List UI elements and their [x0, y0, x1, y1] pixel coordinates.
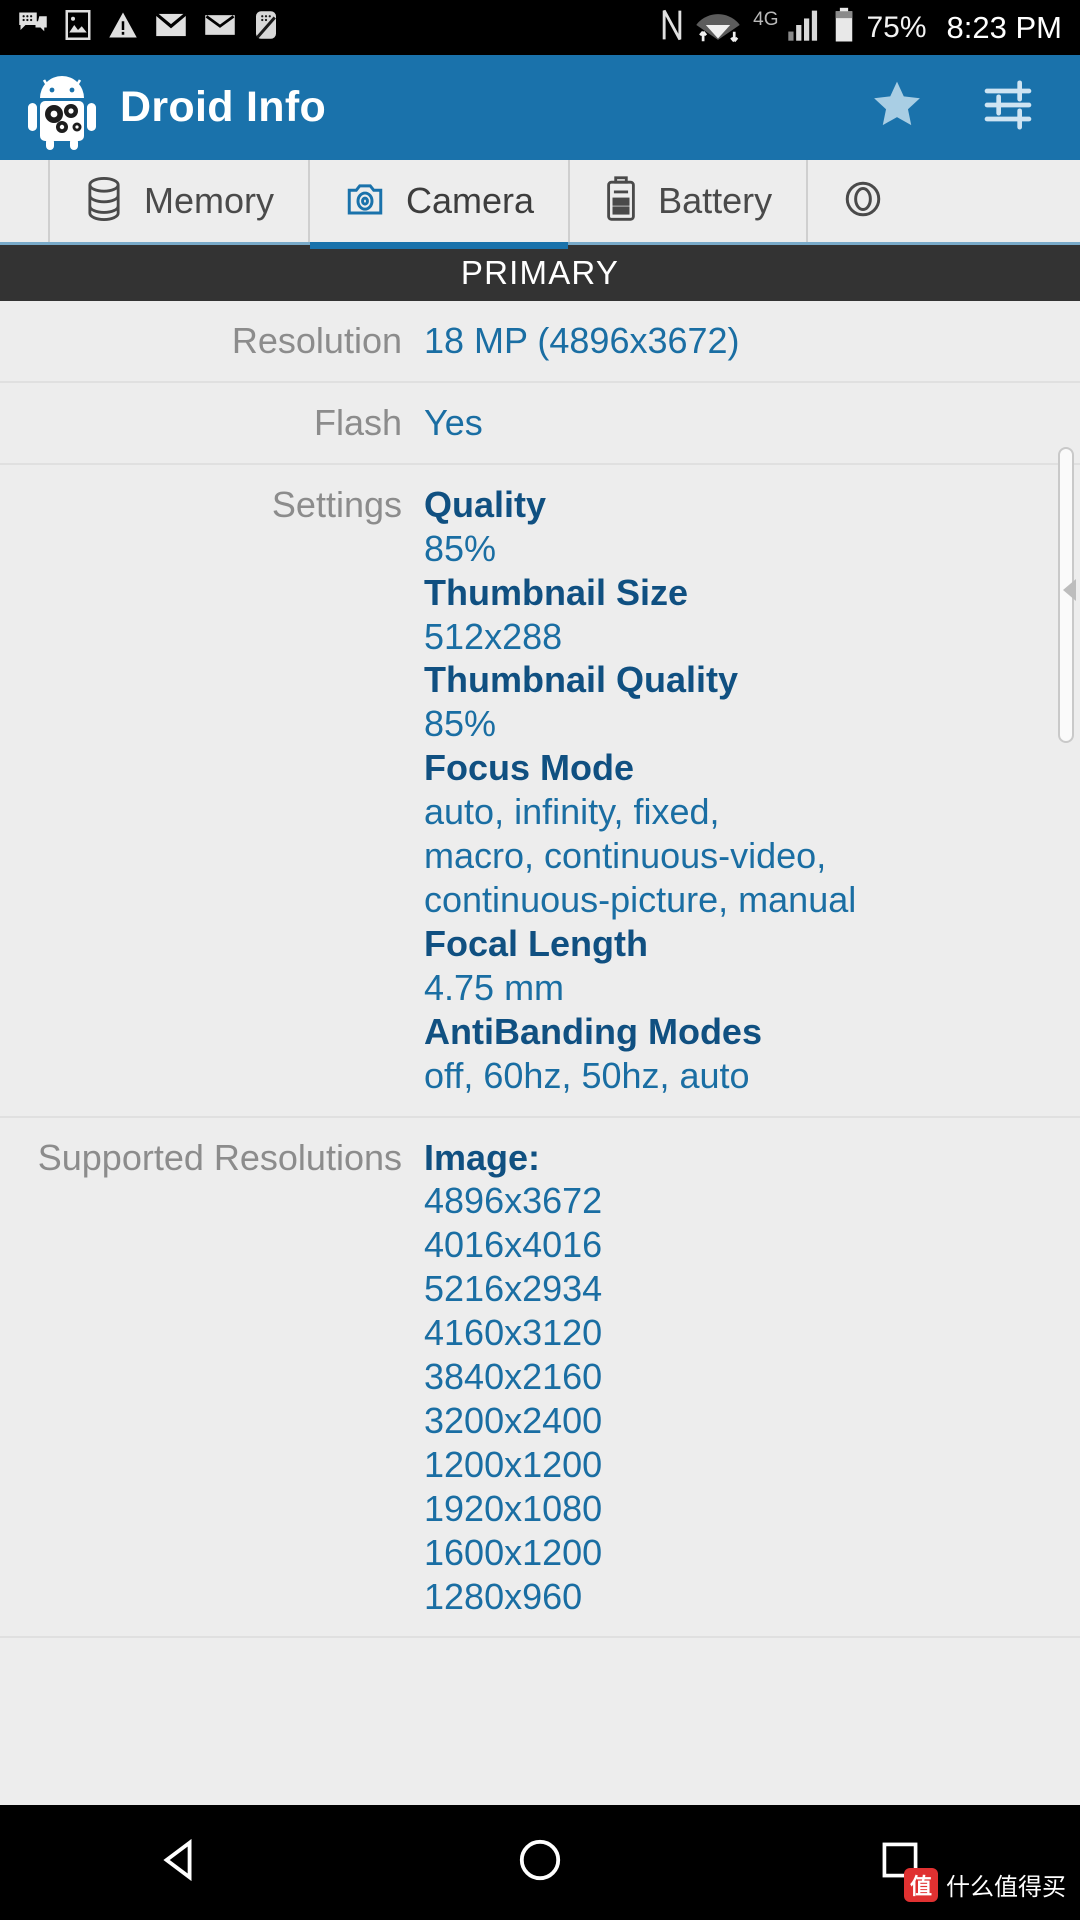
section-header: PRIMARY — [0, 245, 1080, 301]
wifi-icon — [695, 7, 741, 48]
watermark-text: 什么值得买 — [946, 1874, 1066, 1901]
value-line: 4016x4016 — [424, 1224, 603, 1266]
network-type-label: 4G — [753, 8, 779, 30]
value-line: 85% — [424, 703, 497, 745]
mail-filled-icon — [155, 12, 187, 43]
clock-label: 8:23 PM — [946, 9, 1062, 45]
value-line: 4160x3120 — [424, 1312, 603, 1354]
tab-memory[interactable]: Memory — [48, 160, 308, 242]
tab-display[interactable] — [806, 160, 938, 242]
scroll-left-arrow-icon — [1063, 579, 1076, 601]
value-line: 1200x1200 — [424, 1443, 603, 1485]
status-bar: 4G 75% 8:23 PM — [0, 0, 1080, 55]
warning-triangle-icon — [108, 11, 138, 44]
signal-bars-icon — [787, 8, 821, 47]
table-row: Flash Yes — [0, 383, 1080, 465]
circle-home-icon — [517, 1837, 563, 1888]
nfc-icon — [661, 8, 683, 47]
camera-info-list: Resolution 18 MP (4896x3672) Flash Yes S… — [0, 301, 1080, 1639]
row-label: Settings — [271, 483, 402, 525]
camera-icon — [344, 178, 386, 225]
row-value: Image: 4896x3672 4016x4016 5216x2934 416… — [424, 1136, 1080, 1619]
android-droid-gears-icon — [26, 70, 98, 150]
row-label: Flash — [313, 401, 402, 443]
value-line: Yes — [424, 401, 483, 443]
value-line: 3200x2400 — [424, 1399, 603, 1441]
tab-label: Battery — [658, 180, 773, 221]
value-line: auto, infinity, fixed, — [424, 791, 720, 833]
value-key: Focal Length — [424, 922, 648, 964]
value-line: 512x288 — [424, 615, 563, 657]
value-line: 5216x2934 — [424, 1268, 603, 1310]
image-icon — [65, 10, 91, 45]
battery-icon — [833, 7, 855, 48]
value-line: 3840x2160 — [424, 1356, 603, 1398]
row-value: Quality 85% Thumbnail Size 512x288 Thumb… — [424, 483, 1080, 1098]
nav-back-button[interactable] — [100, 1805, 260, 1920]
value-line: 4896x3672 — [424, 1180, 603, 1222]
triangle-back-icon — [157, 1837, 203, 1888]
page-title: Droid Info — [120, 83, 327, 131]
tab-label: Camera — [406, 180, 535, 221]
value-line: 4.75 mm — [424, 966, 565, 1008]
row-label: Supported Resolutions — [37, 1136, 402, 1178]
note-slash-icon — [253, 10, 279, 45]
row-value: 18 MP (4896x3672) — [424, 319, 1080, 363]
table-row: Resolution 18 MP (4896x3672) — [0, 301, 1080, 383]
watermark: 值 什么值得买 — [904, 1867, 1066, 1902]
database-icon — [84, 176, 124, 227]
value-line: macro, continuous-video, — [424, 835, 827, 877]
sliders-icon[interactable] — [980, 77, 1036, 138]
app-bar-actions — [868, 77, 1054, 138]
system-nav-bar — [0, 1805, 1080, 1920]
value-key: AntiBanding Modes — [424, 1010, 762, 1052]
value-line: continuous-picture, manual — [424, 878, 857, 920]
watermark-badge: 值 — [904, 1867, 938, 1902]
nav-recents-button[interactable] — [820, 1805, 980, 1920]
tab-label: Memory — [144, 180, 275, 221]
eye-icon — [842, 178, 884, 225]
tab-battery[interactable]: Battery — [568, 160, 806, 242]
battery-vertical-icon — [604, 175, 638, 227]
value-line: 1280x960 — [424, 1575, 583, 1617]
chat-bubble-icon — [18, 10, 48, 45]
value-line: 85% — [424, 527, 497, 569]
row-value: Yes — [424, 401, 1080, 445]
value-key: Thumbnail Size — [424, 571, 689, 613]
table-row: Supported Resolutions Image: 4896x3672 4… — [0, 1118, 1080, 1639]
value-key: Quality — [424, 483, 547, 525]
value-line: 1600x1200 — [424, 1531, 603, 1573]
value-key: Focus Mode — [424, 747, 635, 789]
phone-screen: 4G 75% 8:23 PM Droid Info Memory Camera … — [0, 0, 1080, 1920]
value-key: Thumbnail Quality — [424, 659, 739, 701]
status-bar-left-icons — [18, 10, 279, 45]
tab-bar: Memory Camera Battery — [0, 160, 1080, 249]
row-label: Resolution — [231, 320, 402, 361]
tab-bar-divider — [0, 242, 1080, 245]
value-line: off, 60hz, 50hz, auto — [424, 1054, 750, 1096]
star-icon[interactable] — [868, 77, 926, 138]
tab-camera[interactable]: Camera — [308, 160, 569, 249]
value-line: 18 MP (4896x3672) — [424, 320, 740, 361]
mail-outline-icon — [204, 13, 236, 42]
table-row: Settings Quality 85% Thumbnail Size 512x… — [0, 465, 1080, 1118]
app-bar: Droid Info — [0, 55, 1080, 160]
value-line: 1920x1080 — [424, 1487, 603, 1529]
nav-home-button[interactable] — [460, 1805, 620, 1920]
value-key: Image: — [424, 1136, 541, 1178]
battery-percent-label: 75% — [866, 10, 927, 44]
status-bar-right-icons: 4G 75% 8:23 PM — [661, 7, 1062, 48]
